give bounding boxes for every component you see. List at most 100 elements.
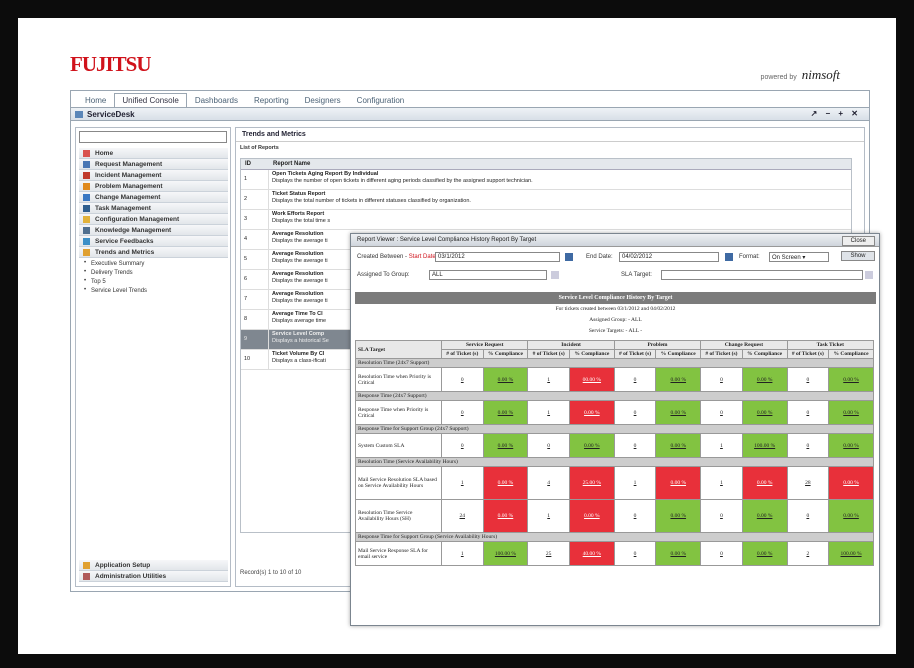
compliance-cell[interactable]: 0.00 %	[828, 466, 874, 500]
ticket-count-link[interactable]: 1	[527, 400, 570, 425]
report-name[interactable]: Average Resolution	[272, 251, 328, 258]
ticket-count-link[interactable]: 1	[700, 466, 743, 500]
ticket-count-link[interactable]: 0	[613, 499, 657, 533]
compliance-cell[interactable]: 0.00 %	[828, 499, 874, 533]
report-name[interactable]: Average Resolution	[272, 271, 328, 278]
sidebar-item-change-management[interactable]: Change Management	[79, 192, 228, 203]
sidebar-item-task-management[interactable]: Task Management	[79, 203, 228, 214]
ticket-count-link[interactable]: 24	[441, 499, 484, 533]
sidebar-item-administration-utilities[interactable]: Administration Utilities	[79, 571, 228, 582]
ticket-count-link[interactable]: 0	[613, 367, 657, 392]
compliance-cell[interactable]: 0.00 %	[741, 367, 788, 392]
tab-configuration[interactable]: Configuration	[349, 93, 413, 107]
sidebar-subitem-delivery-trends[interactable]: Delivery Trends	[79, 267, 228, 276]
report-name[interactable]: Average Resolution	[272, 291, 328, 298]
ticket-count-link[interactable]: 1	[441, 541, 484, 566]
compliance-cell[interactable]: 0.00 %	[828, 433, 874, 458]
table-row[interactable]: 1 Open Tickets Aging Report By Individual…	[241, 170, 851, 190]
compliance-cell[interactable]: 0.00 %	[741, 466, 788, 500]
compliance-cell[interactable]: 0.00 %	[828, 400, 874, 425]
tab-dashboards[interactable]: Dashboards	[187, 93, 246, 107]
ticket-count-link[interactable]: 0	[441, 367, 484, 392]
sidebar-item-request-management[interactable]: Request Management	[79, 159, 228, 170]
compliance-cell[interactable]: 100.00 %	[828, 541, 874, 566]
ticket-count-link[interactable]: 4	[527, 466, 570, 500]
ticket-count-link[interactable]: 0	[700, 499, 743, 533]
compliance-cell[interactable]: 0.00 %	[741, 499, 788, 533]
sidebar-item-knowledge-management[interactable]: Knowledge Management	[79, 225, 228, 236]
ticket-count-link[interactable]: 0	[700, 367, 743, 392]
ticket-count-link[interactable]: 0	[700, 541, 743, 566]
compliance-cell[interactable]: 0.00 %	[655, 541, 702, 566]
sidebar-item-incident-management[interactable]: Incident Management	[79, 170, 228, 181]
sla-target-input[interactable]	[661, 270, 863, 280]
ticket-count-link[interactable]: 1	[527, 367, 570, 392]
ticket-count-link[interactable]: 2	[786, 541, 830, 566]
sidebar-item-problem-management[interactable]: Problem Management	[79, 181, 228, 192]
sidebar-subitem-top-5[interactable]: Top 5	[79, 276, 228, 285]
sidebar-subitem-executive-summary[interactable]: Executive Summary	[79, 258, 228, 267]
ticket-count-link[interactable]: 1	[527, 499, 570, 533]
report-name[interactable]: Average Time To Cl	[272, 311, 326, 318]
compliance-cell[interactable]: 0.00 %	[482, 433, 529, 458]
tab-home[interactable]: Home	[77, 93, 114, 107]
target-picker-icon[interactable]	[865, 271, 873, 279]
ticket-count-link[interactable]: 0	[613, 400, 657, 425]
sidebar-item-application-setup[interactable]: Application Setup	[79, 560, 228, 571]
compliance-cell[interactable]: 0.00 %	[655, 400, 702, 425]
compliance-cell[interactable]: 0.00 %	[482, 499, 529, 533]
compliance-cell[interactable]: 0.00 %	[655, 466, 702, 500]
compliance-cell[interactable]: 100.00 %	[741, 433, 788, 458]
report-name[interactable]: Ticket Status Report	[272, 191, 471, 198]
compliance-cell[interactable]: 0.00 %	[655, 499, 702, 533]
ticket-count-link[interactable]: 1	[441, 466, 484, 500]
start-date-input[interactable]: 03/1/2012	[435, 252, 560, 262]
show-button[interactable]: Show	[841, 251, 875, 261]
ticket-count-link[interactable]: 1	[700, 433, 743, 458]
sidebar-item-service-feedbacks[interactable]: Service Feedbacks	[79, 236, 228, 247]
ticket-count-link[interactable]: 0	[527, 433, 570, 458]
tab-designers[interactable]: Designers	[297, 93, 349, 107]
ticket-count-link[interactable]: 0	[786, 400, 830, 425]
ticket-count-link[interactable]: 0	[786, 499, 830, 533]
compliance-cell[interactable]: 40.00 %	[568, 541, 615, 566]
close-button[interactable]: Close	[841, 236, 875, 246]
window-controls[interactable]: ↗ − + ✕	[811, 109, 861, 118]
compliance-cell[interactable]: 0.00 %	[741, 400, 788, 425]
compliance-cell[interactable]: 0.00 %	[655, 367, 702, 392]
tab-reporting[interactable]: Reporting	[246, 93, 297, 107]
table-row[interactable]: 2 Ticket Status Report Displays the total …	[241, 190, 851, 210]
format-select[interactable]: On Screen ▾	[769, 252, 829, 262]
ticket-count-link[interactable]: 0	[441, 400, 484, 425]
ticket-count-link[interactable]: 0	[613, 433, 657, 458]
ticket-count-link[interactable]: 0	[613, 541, 657, 566]
report-name[interactable]: Ticket Volume By Cl	[272, 351, 326, 358]
sidebar-item-home[interactable]: Home	[79, 148, 228, 159]
sidebar-item-trends-and-metrics[interactable]: Trends and Metrics	[79, 247, 228, 258]
assigned-group-select[interactable]: ALL	[429, 270, 547, 280]
compliance-cell[interactable]: 0.00 %	[482, 466, 529, 500]
report-name[interactable]: Average Resolution	[272, 231, 328, 238]
ticket-count-link[interactable]: 1	[613, 466, 657, 500]
sidebar-search-input[interactable]	[79, 131, 227, 143]
report-name[interactable]: Open Tickets Aging Report By Individual	[272, 171, 533, 178]
ticket-count-link[interactable]: 0	[786, 433, 830, 458]
end-date-input[interactable]: 04/02/2012	[619, 252, 719, 262]
ticket-count-link[interactable]: 28	[786, 466, 830, 500]
compliance-cell[interactable]: 0.00 %	[568, 400, 615, 425]
report-name[interactable]: Work Efforts Report	[272, 211, 330, 218]
ticket-count-link[interactable]: 25	[527, 541, 570, 566]
compliance-cell[interactable]: 0.00 %	[568, 433, 615, 458]
ticket-count-link[interactable]: 0	[786, 367, 830, 392]
tab-unified-console[interactable]: Unified Console	[114, 93, 187, 107]
report-name[interactable]: Service Level Comp	[272, 331, 329, 338]
table-row[interactable]: 3 Work Efforts Report Displays the total t…	[241, 210, 851, 230]
compliance-cell[interactable]: 0.00 %	[655, 433, 702, 458]
compliance-cell[interactable]: 0.00 %	[741, 541, 788, 566]
compliance-cell[interactable]: 0.00 %	[482, 400, 529, 425]
compliance-cell[interactable]: 0.00 %	[828, 367, 874, 392]
compliance-cell[interactable]: 0.00 %	[568, 499, 615, 533]
start-calendar-icon[interactable]	[565, 253, 573, 261]
compliance-cell[interactable]: 00.00 %	[568, 367, 615, 392]
group-picker-icon[interactable]	[551, 271, 559, 279]
